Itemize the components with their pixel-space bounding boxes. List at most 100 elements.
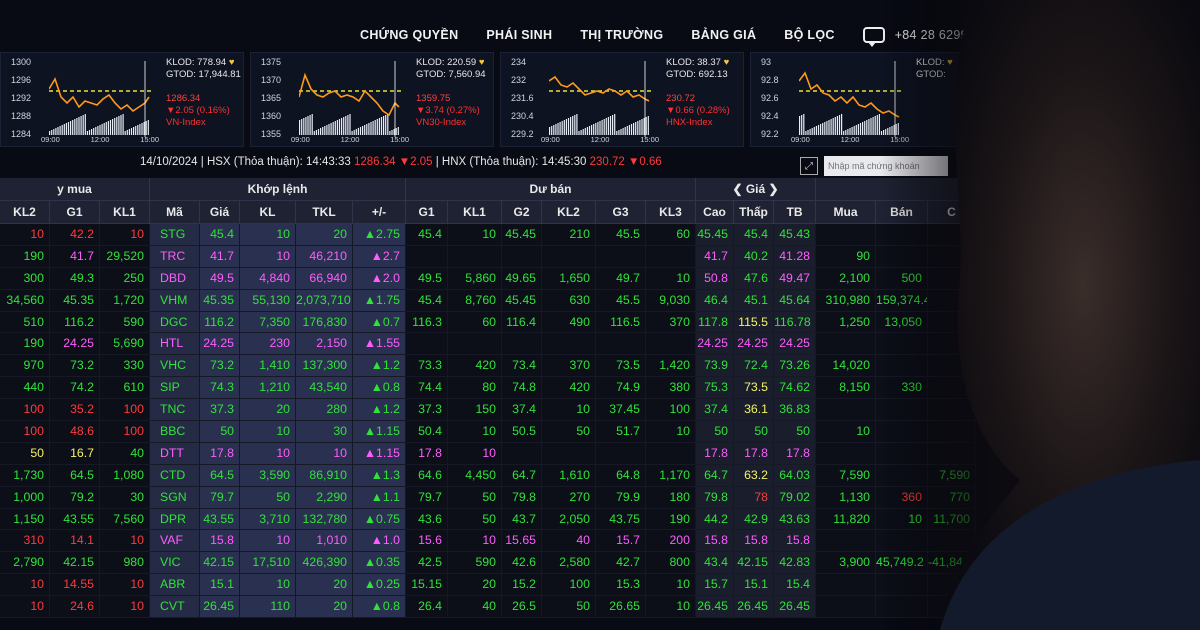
volume-bar <box>647 116 649 135</box>
match-volume-cell: 55,130 <box>240 289 296 312</box>
volume-bar <box>299 120 301 135</box>
price-change-cell: ▲2.75 <box>353 224 406 246</box>
favorite-icon[interactable]: ♥ <box>724 57 730 68</box>
table-row[interactable]: 300 49.3 250 DBD 49.5 4,840 66,940 ▲2.0 49.5 5,86… <box>0 267 1200 290</box>
index-chart[interactable]: 93 92.8 92.6 92.4 92.2 09:00 12:00 15:00 KLOD:… <box>750 52 994 147</box>
table-row[interactable]: 310 14.1 10 VAF 15.8 10 1,010 ▲1.0 15.6 10 15.65 40… <box>0 530 1200 553</box>
sell-g3-cell: 45.5 <box>596 289 646 312</box>
table-row[interactable]: 100 48.6 100 BBC 50 10 30 ▲1.15 50.4 10 50.5 50 51.7… <box>0 421 1200 443</box>
symbol-cell[interactable]: VHM <box>150 289 200 312</box>
sell-kl2-cell: 50 <box>542 421 596 443</box>
symbol-cell[interactable]: CVT <box>150 596 200 619</box>
total-volume-cell: 86,910 <box>296 464 353 487</box>
favorite-icon[interactable]: ♥ <box>947 57 953 68</box>
sell-g3-cell <box>596 442 646 465</box>
index-sparkline <box>299 61 403 137</box>
group-price: ❮ Giá ❯ <box>696 178 816 201</box>
nav-chung-quyen[interactable]: CHỨNG QUYỀN <box>360 28 458 42</box>
index-chart[interactable]: 1300 1296 1292 1288 1284 09:00 12:00 15:00 KLO… <box>0 52 244 147</box>
foreign-sell-cell <box>876 530 928 553</box>
symbol-cell[interactable]: BBC <box>150 421 200 443</box>
column-header: Giá <box>200 201 240 224</box>
nav-phai-sinh[interactable]: PHÁI SINH <box>486 28 552 42</box>
match-volume-cell: 4,840 <box>240 267 296 290</box>
symbol-cell[interactable]: DGC <box>150 311 200 334</box>
index-line <box>299 72 400 117</box>
table-row[interactable]: 510 116.2 590 DGC 116.2 7,350 176,830 ▲0.7 116.3… <box>0 311 1200 334</box>
status-hnx-value: 230.72 ▼0.66 <box>589 156 662 168</box>
table-row[interactable]: 10 42.2 10 STG 45.4 10 20 ▲2.75 45.4 10 45.45 210 45… <box>0 224 1200 246</box>
nav-bo-loc[interactable]: BỘ LỌC <box>784 28 834 42</box>
volume-bar <box>139 124 141 135</box>
symbol-cell[interactable]: DBD <box>150 267 200 290</box>
symbol-cell[interactable]: CTD <box>150 464 200 487</box>
status-date: 14/10/2024 <box>140 156 198 168</box>
table-row[interactable]: 1,000 79.2 30 SGN 79.7 50 2,290 ▲1.1 79.7 50 79.8 2… <box>0 486 1200 509</box>
symbol-cell[interactable]: HTL <box>150 333 200 356</box>
favorite-icon[interactable]: ♥ <box>479 57 485 68</box>
foreign-net-cell <box>928 596 976 619</box>
symbol-cell[interactable]: TRC <box>150 245 200 268</box>
favorite-icon[interactable]: ♥ <box>229 57 235 68</box>
sell-kl3-cell: 10 <box>646 267 696 290</box>
table-row[interactable]: 10 24.6 10 CVT 26.45 110 20 ▲0.8 26.4 40 26.5 50 26.… <box>0 596 1200 619</box>
chat-icon[interactable] <box>862 27 885 47</box>
symbol-search-input[interactable] <box>824 156 948 176</box>
table-row[interactable]: 970 73.2 330 VHC 73.2 1,410 137,300 ▲1.2 73.3 420… <box>0 355 1200 378</box>
chevron-right-icon[interactable]: ❯ <box>765 182 779 196</box>
sell-kl3-cell: 200 <box>646 530 696 553</box>
table-row[interactable]: 440 74.2 610 SIP 74.3 1,210 43,540 ▲0.8 74.4 80 74… <box>0 377 1200 400</box>
index-chart[interactable]: 1375 1370 1365 1360 1355 09:00 12:00 15:00 KLO… <box>250 52 494 147</box>
table-row[interactable]: 50 16.7 40 DTT 17.8 10 10 ▲1.15 17.8 10 17.8 17.8 17… <box>0 442 1200 465</box>
symbol-cell[interactable]: TNC <box>150 399 200 422</box>
symbol-cell[interactable]: DPR <box>150 508 200 531</box>
expand-icon[interactable]: ⤢ <box>800 157 818 175</box>
table-row[interactable]: 1,730 64.5 1,080 CTD 64.5 3,590 86,910 ▲1.3 64.6… <box>0 464 1200 487</box>
total-volume-cell: 426,390 <box>296 552 353 575</box>
table-row[interactable]: 34,560 45.35 1,720 VHM 45.35 55,130 2,073,710 ▲… <box>0 289 1200 312</box>
sell-kl2-cell <box>542 245 596 268</box>
hotline[interactable]: +84 28 6299 2020 <box>862 27 1001 47</box>
volume-bar <box>851 127 853 135</box>
volume-bar <box>330 123 332 135</box>
foreign-net-cell <box>928 333 976 356</box>
table-row[interactable]: 2,790 42.15 980 VIC 42.15 17,510 426,390 ▲0.35 4… <box>0 552 1200 575</box>
price-change-cell: ▲0.8 <box>353 377 406 400</box>
table-row[interactable]: 190 24.25 5,690 HTL 24.25 230 2,150 ▲1.55 24.25 2… <box>0 333 1200 356</box>
symbol-cell[interactable]: VAF <box>150 530 200 553</box>
symbol-cell[interactable]: STG <box>150 224 200 246</box>
x-tick: 15:00 <box>140 135 159 144</box>
symbol-cell[interactable]: ABR <box>150 574 200 597</box>
symbol-cell[interactable]: DTT <box>150 442 200 465</box>
table-row[interactable]: 10 14.55 10 ABR 15.1 10 20 ▲0.25 15.15 20 15.2 100 1… <box>0 574 1200 597</box>
nav-thi-truong[interactable]: THỊ TRƯỜNG <box>580 28 663 42</box>
avg-price-cell: 43.63 <box>774 508 816 531</box>
index-chart[interactable]: 234 232 231.6 230.4 229.2 09:00 12:00 15:00 KL… <box>500 52 744 147</box>
column-header[interactable]: +/- <box>353 201 406 224</box>
chevron-left-icon[interactable]: ❮ <box>732 182 745 196</box>
buy-kl1-cell: 5,690 <box>100 333 150 356</box>
sell-kl1-cell: 590 <box>448 552 502 575</box>
chevron-left-icon[interactable]: ❮ <box>980 182 993 196</box>
sell-kl3-cell: 180 <box>646 486 696 509</box>
index-sparkline <box>549 61 653 137</box>
symbol-cell[interactable]: SGN <box>150 486 200 509</box>
foreign-buy-cell: 1,250 <box>816 311 876 334</box>
high-price-cell: 37.4 <box>696 399 734 422</box>
volume-bar <box>597 122 599 135</box>
nav-bang-gia[interactable]: BẢNG GIÁ <box>691 28 756 42</box>
symbol-cell[interactable]: VHC <box>150 355 200 378</box>
symbol-cell[interactable]: SIP <box>150 377 200 400</box>
table-row[interactable]: 190 41.7 29,520 TRC 41.7 10 46,210 ▲2.7 41.7 40.2… <box>0 245 1200 268</box>
symbol-cell[interactable]: VIC <box>150 552 200 575</box>
volume-bar <box>645 117 647 135</box>
high-price-cell: 17.8 <box>696 442 734 465</box>
table-row[interactable]: 100 35.2 100 TNC 37.3 20 280 ▲1.2 37.3 150 37.4 10 3… <box>0 399 1200 422</box>
high-price-cell: 50 <box>696 421 734 443</box>
table-row[interactable]: 1,150 43.55 7,560 DPR 43.55 3,710 132,780 ▲0.75… <box>0 508 1200 531</box>
sell-kl2-cell: 2,050 <box>542 508 596 531</box>
price-change-cell: ▲1.15 <box>353 442 406 465</box>
avg-price-cell: 79.02 <box>774 486 816 509</box>
sell-g3-cell: 51.7 <box>596 421 646 443</box>
volume-bar <box>118 116 120 135</box>
